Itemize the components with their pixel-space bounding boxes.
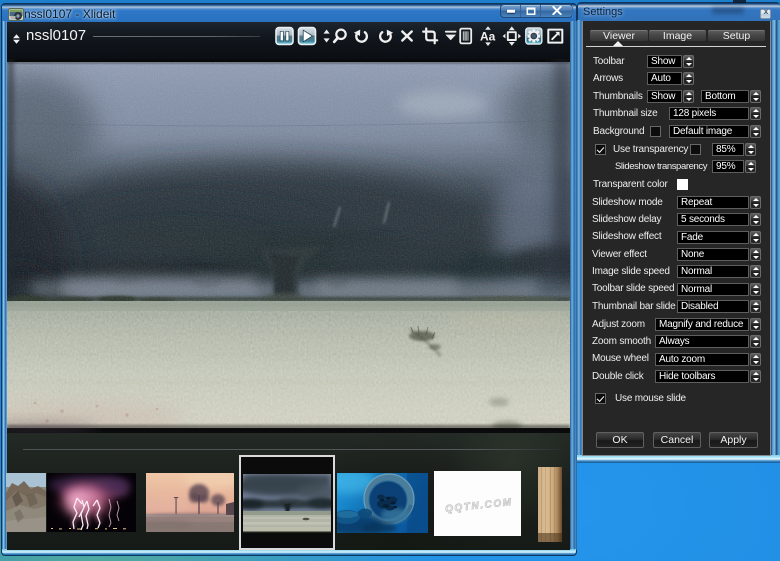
svg-text:Aa: Aa xyxy=(480,30,496,44)
